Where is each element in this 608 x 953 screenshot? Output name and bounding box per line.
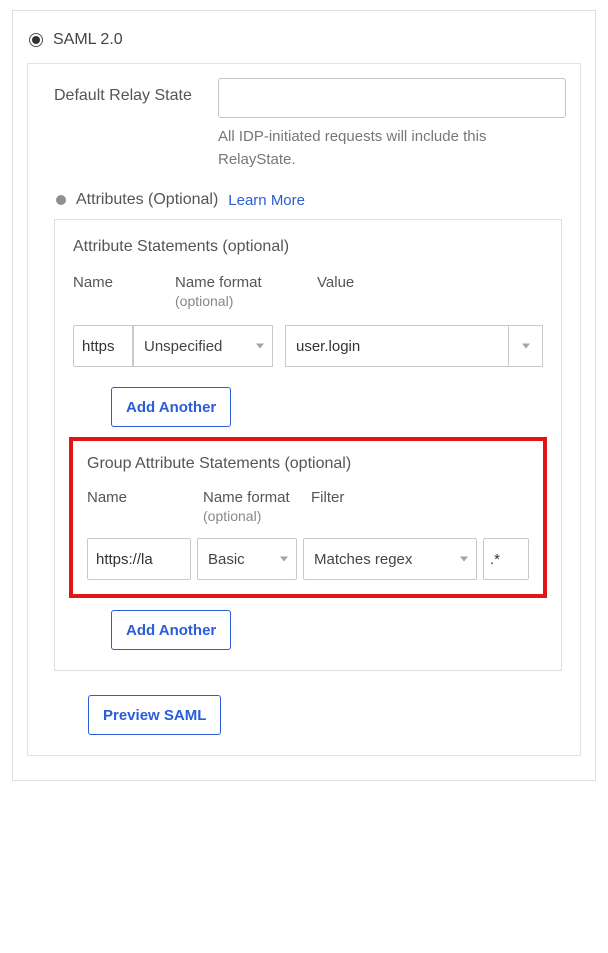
attribute-statements-box: Attribute Statements (optional) Name Nam… <box>54 219 562 671</box>
group-attribute-highlight: Group Attribute Statements (optional) Na… <box>69 437 547 598</box>
attributes-section-title: Attributes (Optional) <box>76 191 218 209</box>
attr-value-dropdown[interactable] <box>509 325 543 367</box>
col-format-label: Name format <box>175 272 315 293</box>
saml-2-radio[interactable] <box>29 33 43 47</box>
attribute-statement-row: Unspecified <box>73 325 543 367</box>
default-relay-state-input[interactable] <box>218 78 566 118</box>
gcol-filter-label: Filter <box>311 487 529 508</box>
saml-version-radio-row: SAML 2.0 <box>29 31 579 49</box>
chevron-down-icon <box>256 344 264 349</box>
bullet-icon <box>56 195 66 205</box>
group-format-value: Basic <box>208 551 245 568</box>
group-filter-mode-value: Matches regex <box>314 551 412 568</box>
preview-saml-button[interactable]: Preview SAML <box>88 695 221 735</box>
group-filter-mode-select[interactable]: Matches regex <box>303 538 477 580</box>
saml-settings-inner: Default Relay State All IDP-initiated re… <box>27 63 581 756</box>
default-relay-state-row: Default Relay State All IDP-initiated re… <box>54 78 566 171</box>
default-relay-state-label: Default Relay State <box>54 78 204 108</box>
group-attribute-columns: Name Name format (optional) Filter <box>87 487 529 524</box>
attribute-statements-heading: Attribute Statements (optional) <box>73 238 543 256</box>
attr-value-input[interactable] <box>285 325 509 367</box>
default-relay-state-helper: All IDP-initiated requests will include … <box>218 126 566 171</box>
group-format-select[interactable]: Basic <box>197 538 297 580</box>
gcol-format-label: Name format <box>203 487 303 508</box>
col-value-label: Value <box>317 272 543 293</box>
attr-format-select[interactable]: Unspecified <box>133 325 273 367</box>
attr-name-input[interactable] <box>73 325 133 367</box>
chevron-down-icon <box>280 557 288 562</box>
group-filter-value-input[interactable] <box>483 538 529 580</box>
attribute-statements-columns: Name Name format (optional) Value <box>73 272 543 309</box>
group-attribute-row: Basic Matches regex <box>87 538 529 580</box>
group-name-input[interactable] <box>87 538 191 580</box>
learn-more-link[interactable]: Learn More <box>228 192 305 209</box>
chevron-down-icon <box>460 557 468 562</box>
attributes-section-header: Attributes (Optional) Learn More <box>54 191 566 209</box>
gcol-name-label: Name <box>87 487 195 508</box>
attr-format-value: Unspecified <box>144 338 222 355</box>
col-name-label: Name <box>73 272 173 293</box>
add-another-group-button[interactable]: Add Another <box>111 610 231 650</box>
col-format-sublabel: (optional) <box>175 293 315 309</box>
group-attribute-heading: Group Attribute Statements (optional) <box>87 455 529 473</box>
add-another-attribute-button[interactable]: Add Another <box>111 387 231 427</box>
gcol-format-sublabel: (optional) <box>203 508 303 524</box>
saml-2-radio-label: SAML 2.0 <box>53 31 123 49</box>
saml-settings-panel: SAML 2.0 Default Relay State All IDP-ini… <box>12 10 596 781</box>
